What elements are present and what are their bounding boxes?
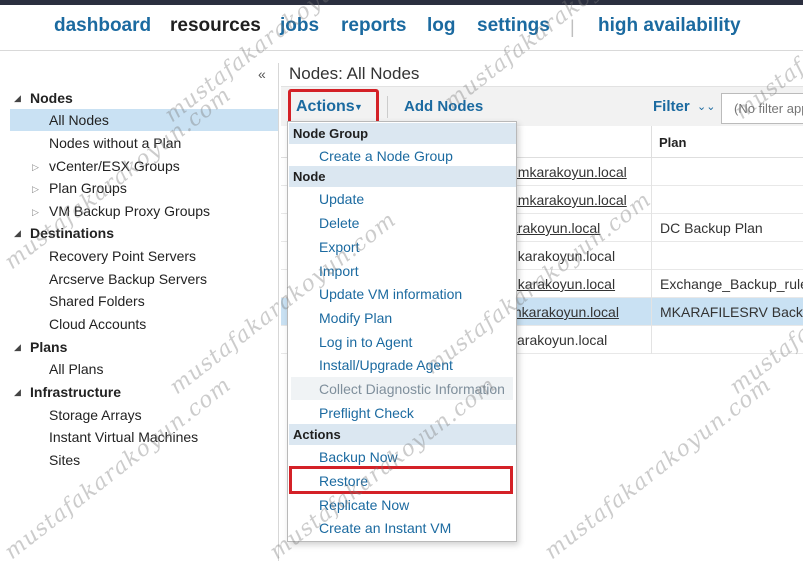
caret-down-icon: ▼ [354, 102, 363, 112]
menu-section-node: Node [289, 166, 516, 187]
column-divider [651, 158, 652, 186]
actions-label: Actions [296, 98, 355, 115]
nav-settings[interactable]: settings [477, 15, 550, 37]
actions-button[interactable]: Actions ▼ [288, 89, 379, 125]
tree-group-label: Plans [30, 339, 68, 355]
plan-cell: MKARAFILESRV Backup [660, 304, 803, 320]
sidebar-item-label: VM Backup Proxy Groups [49, 203, 211, 219]
sidebar-item-label: Shared Folders [49, 293, 145, 309]
node-name-cell[interactable]: karakoyun.local [510, 332, 607, 348]
toolbar-separator [387, 96, 388, 118]
node-name-cell[interactable]: nkarakoyun.local [510, 276, 615, 292]
sidebar-item-label: Nodes without a Plan [49, 135, 182, 151]
menu-item-preflight-check[interactable]: Preflight Check [319, 405, 414, 421]
tree-group-destinations[interactable]: ◢ Destinations [10, 222, 278, 244]
filter-button[interactable]: Filter [653, 98, 690, 115]
sidebar-item-recovery-point-servers[interactable]: Recovery Point Servers [10, 245, 278, 267]
sidebar-item-cloud-accounts[interactable]: Cloud Accounts [10, 313, 278, 335]
menu-item-install-upgrade-agent[interactable]: Install/Upgrade Agent [319, 357, 453, 373]
sidebar-item-sites[interactable]: Sites [10, 449, 278, 471]
collapse-sidebar-icon[interactable]: « [258, 66, 266, 82]
collapse-triangle-icon[interactable]: ◢ [14, 381, 21, 403]
sidebar-item-label: vCenter/ESX Groups [49, 158, 180, 174]
sidebar-item-instant-vms[interactable]: Instant Virtual Machines [10, 426, 278, 448]
menu-item-update-vm-information[interactable]: Update VM information [319, 286, 462, 302]
menu-item-backup-now[interactable]: Backup Now [319, 449, 398, 465]
double-chevron-down-icon[interactable]: ⌄⌄ [697, 100, 715, 113]
nav-jobs[interactable]: jobs [280, 15, 319, 37]
column-divider [651, 186, 652, 214]
tree-group-label: Infrastructure [30, 384, 122, 400]
collapse-triangle-icon[interactable]: ◢ [14, 336, 21, 358]
nav-high-availability[interactable]: high availability [598, 15, 741, 37]
sidebar-item-label: Recovery Point Servers [49, 248, 197, 264]
sidebar-item-vm-backup-proxy-groups[interactable]: ▷ VM Backup Proxy Groups [10, 200, 278, 222]
expand-triangle-icon[interactable]: ▷ [32, 201, 39, 223]
column-divider [651, 242, 652, 270]
sidebar-item-label: All Plans [49, 361, 104, 377]
sidebar-item-all-nodes[interactable]: All Nodes [10, 109, 278, 131]
expand-triangle-icon[interactable]: ▷ [32, 156, 39, 178]
column-divider [651, 326, 652, 354]
nav-log[interactable]: log [427, 15, 456, 37]
sidebar-item-plan-groups[interactable]: ▷ Plan Groups [10, 177, 278, 199]
sidebar-item-arcserve-backup-servers[interactable]: Arcserve Backup Servers [10, 268, 278, 290]
plan-cell: Exchange_Backup_rule [660, 276, 803, 292]
sidebar-item-all-plans[interactable]: All Plans [10, 358, 278, 380]
node-name-cell[interactable]: arakoyun.local [510, 220, 600, 236]
sidebar-item-label: Plan Groups [49, 180, 127, 196]
menu-item-create-node-group[interactable]: Create a Node Group [319, 148, 453, 164]
column-divider [651, 298, 652, 326]
tree-group-nodes[interactable]: ◢ Nodes [10, 87, 278, 109]
column-divider [651, 270, 652, 298]
menu-item-log-in-to-agent[interactable]: Log in to Agent [319, 334, 412, 350]
sidebar-item-storage-arrays[interactable]: Storage Arrays [10, 404, 278, 426]
node-name-cell[interactable]: r.mkarakoyun.local [510, 164, 627, 180]
sidebar-item-shared-folders[interactable]: Shared Folders [10, 290, 278, 312]
sidebar-item-label: Arcserve Backup Servers [49, 271, 207, 287]
sidebar-item-label: Sites [49, 452, 81, 468]
tree-group-infrastructure[interactable]: ◢ Infrastructure [10, 381, 278, 403]
menu-item-modify-plan[interactable]: Modify Plan [319, 310, 392, 326]
nav-resources[interactable]: resources [170, 15, 261, 37]
sidebar-item-label: Cloud Accounts [49, 316, 147, 332]
main-nav: dashboard resources jobs reports log set… [0, 5, 803, 50]
menu-item-collect-diagnostic-information[interactable]: Collect Diagnostic Information [319, 381, 505, 397]
node-name-cell[interactable]: r.mkarakoyun.local [510, 192, 627, 208]
sidebar-item-nodes-without-plan[interactable]: Nodes without a Plan [10, 132, 278, 154]
nav-separator: | [570, 17, 575, 37]
filter-input[interactable] [721, 93, 803, 124]
menu-item-update[interactable]: Update [319, 191, 364, 207]
menu-item-export[interactable]: Export [319, 239, 359, 255]
plan-cell: DC Backup Plan [660, 220, 763, 236]
sidebar-item-label: Storage Arrays [49, 407, 142, 423]
node-name-cell[interactable]: mkarakoyun.local [510, 304, 619, 320]
menu-item-delete[interactable]: Delete [319, 215, 359, 231]
column-divider [651, 214, 652, 242]
menu-item-replicate-now[interactable]: Replicate Now [319, 497, 409, 513]
tree-group-label: Nodes [30, 90, 73, 106]
menu-item-import[interactable]: Import [319, 263, 359, 279]
collapse-triangle-icon[interactable]: ◢ [14, 222, 21, 244]
sidebar-item-label: Instant Virtual Machines [49, 429, 199, 445]
collapse-triangle-icon[interactable]: ◢ [14, 87, 21, 109]
sidebar-item-label: All Nodes [49, 112, 109, 128]
node-name-cell[interactable]: nkarakoyun.local [510, 248, 615, 264]
column-divider [651, 126, 652, 158]
menu-section-actions: Actions [289, 424, 516, 445]
menu-section-node-group: Node Group [289, 123, 516, 144]
column-header-plan[interactable]: Plan [659, 135, 686, 150]
add-nodes-button[interactable]: Add Nodes [404, 98, 483, 115]
nav-dashboard[interactable]: dashboard [54, 15, 151, 37]
sidebar: ◢ Nodes All Nodes Nodes without a Plan ▷… [10, 63, 279, 561]
page-title: Nodes: All Nodes [289, 64, 420, 83]
tree-group-label: Destinations [30, 225, 115, 241]
expand-triangle-icon[interactable]: ▷ [32, 178, 39, 200]
sidebar-item-vcenter-groups[interactable]: ▷ vCenter/ESX Groups [10, 155, 278, 177]
restore-highlight-box [289, 466, 513, 494]
nav-reports[interactable]: reports [341, 15, 406, 37]
tree-group-plans[interactable]: ◢ Plans [10, 336, 278, 358]
menu-item-create-instant-vm[interactable]: Create an Instant VM [319, 520, 451, 536]
nav-divider [0, 50, 803, 51]
